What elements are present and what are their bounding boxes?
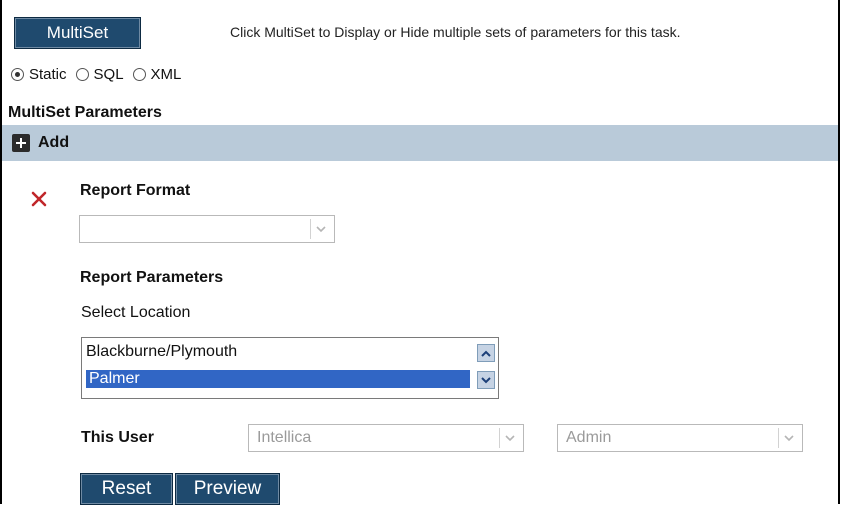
multiset-hint: Click MultiSet to Display or Hide multip…	[230, 24, 681, 40]
user-role-select[interactable]: Admin	[557, 424, 803, 452]
location-listbox[interactable]: Blackburne/Plymouth Palmer	[81, 337, 499, 399]
chevron-down-icon	[310, 219, 330, 239]
scroll-up-icon[interactable]	[477, 344, 495, 362]
source-radio-group: Static SQL XML	[11, 66, 190, 83]
add-bar: Add	[2, 125, 838, 161]
remove-icon[interactable]	[30, 190, 48, 208]
reset-button[interactable]: Reset	[80, 473, 173, 505]
select-location-label: Select Location	[81, 304, 191, 321]
report-format-label: Report Format	[80, 182, 191, 199]
multiset-button-label: MultiSet	[46, 23, 109, 42]
radio-selected-dot	[15, 72, 20, 77]
preview-button-label: Preview	[193, 478, 262, 499]
plus-icon[interactable]	[12, 134, 30, 152]
xml-radio[interactable]	[132, 68, 146, 81]
chevron-down-icon	[778, 428, 798, 448]
list-item[interactable]: Blackburne/Plymouth	[86, 343, 237, 361]
report-format-select[interactable]	[79, 215, 335, 243]
user-company-value: Intellica	[257, 429, 312, 446]
sql-radio[interactable]	[75, 68, 89, 81]
add-button[interactable]: Add	[38, 134, 69, 152]
this-user-label: This User	[81, 429, 154, 446]
user-role-value: Admin	[566, 429, 612, 446]
multiset-button[interactable]: MultiSet	[14, 17, 141, 49]
static-radio-label[interactable]: Static	[29, 66, 67, 83]
user-company-select[interactable]: Intellica	[248, 424, 524, 452]
preview-button[interactable]: Preview	[175, 473, 280, 505]
static-radio[interactable]	[11, 68, 24, 81]
report-parameters-label: Report Parameters	[80, 269, 224, 286]
list-item-selected[interactable]: Palmer	[86, 370, 470, 388]
sql-radio-label[interactable]: SQL	[94, 66, 124, 83]
reset-button-label: Reset	[101, 478, 152, 499]
chevron-down-icon	[499, 428, 519, 448]
xml-radio-label[interactable]: XML	[151, 66, 182, 83]
section-title: MultiSet Parameters	[8, 104, 162, 121]
scroll-down-icon[interactable]	[477, 371, 495, 389]
